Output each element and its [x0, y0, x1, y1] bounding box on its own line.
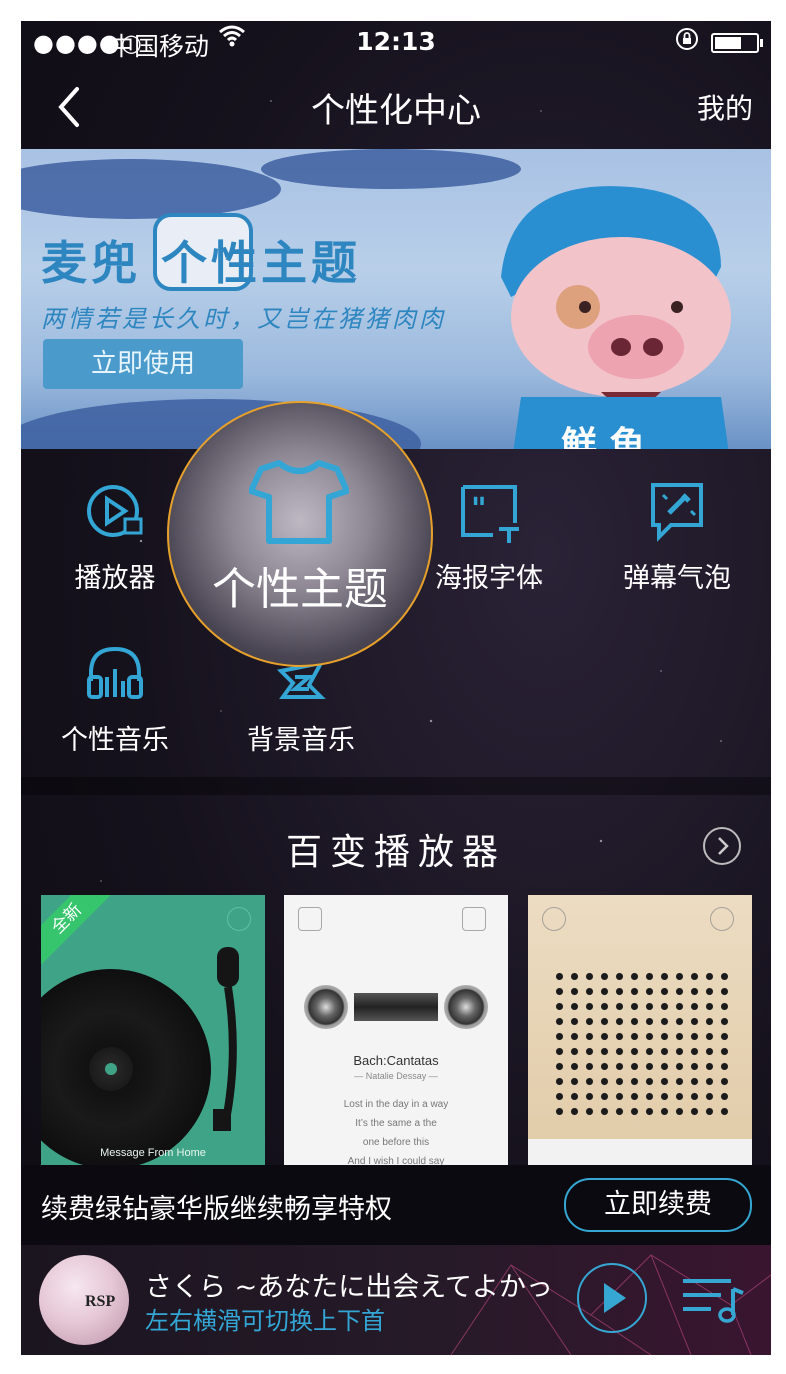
feature-bubble[interactable]: 弹幕气泡 [587, 479, 767, 595]
renew-text: 续费绿钻豪华版继续畅享特权 [41, 1194, 392, 1225]
playlist-icon[interactable] [681, 1275, 745, 1323]
section-title: 百变播放器 [285, 832, 506, 873]
mine-button[interactable]: 我的 [697, 87, 753, 127]
cloud-decoration [21, 159, 281, 219]
card-artist: — Natalie Dessay — [354, 1071, 438, 1081]
lyric-line: And I wish I could say [347, 1156, 445, 1165]
preview-icon [227, 907, 251, 931]
player-skin-card[interactable]: 全新 Message From Home [41, 895, 265, 1165]
banner-title: 麦兜 个性主题 [41, 236, 362, 290]
svg-text:": " [471, 492, 487, 527]
headphone-icon [87, 646, 143, 699]
swipe-hint: 左右横滑可切换上下首 [145, 1307, 385, 1335]
play-icon [604, 1283, 626, 1313]
lyric-line: one before this [362, 1137, 430, 1148]
clock: 12:13 [356, 27, 436, 56]
speaker-grille [552, 969, 728, 1119]
status-bar: ●●●●○ 中国移动 12:13 [21, 21, 771, 61]
renew-button[interactable]: 立即续费 [564, 1178, 752, 1232]
radio-dial [528, 1139, 752, 1165]
chevron-down-icon [298, 907, 322, 931]
feature-personal-music[interactable]: 个性音乐 [25, 641, 205, 757]
player-skin-card[interactable]: Bach:Cantatas — Natalie Dessay — Lost in… [284, 895, 508, 1165]
preview-icon [710, 907, 734, 931]
album-art[interactable]: RSP [39, 1255, 129, 1345]
play-button[interactable] [577, 1263, 647, 1333]
new-badge: 全新 [41, 895, 113, 965]
use-now-button[interactable]: 立即使用 [43, 339, 243, 389]
player-icon [87, 485, 143, 537]
vinyl-record-icon [41, 969, 211, 1165]
page-title: 个性化中心 [311, 91, 481, 131]
cassette-player-icon [304, 985, 488, 1031]
player-skin-card[interactable] [528, 895, 752, 1165]
album-art-text: RSP [85, 1293, 116, 1310]
app-screen: ●●●●○ 中国移动 12:13 个性化中心 我的 麦兜 个性主题 两情若是长久… [21, 21, 771, 1355]
battery-icon [711, 33, 763, 53]
bubble-icon [651, 483, 703, 542]
tonearm-icon [213, 947, 239, 1131]
feature-label: 个性主题 [212, 564, 388, 615]
feature-label: 弹幕气泡 [623, 563, 731, 594]
rotation-lock-icon [675, 27, 699, 57]
card-song-title: Bach:Cantatas [353, 1053, 439, 1068]
section-divider [21, 777, 771, 795]
tshirt-icon [249, 460, 349, 544]
renew-bar: 续费绿钻豪华版继续畅享特权 立即续费 [21, 1165, 771, 1245]
mini-player[interactable]: RSP さくら ~あなたに出会えてよかった~ 左右横滑可切换上下首 [21, 1245, 771, 1355]
lyric-line: Lost in the day in a way [343, 1099, 449, 1110]
theme-banner[interactable]: 麦兜 个性主题 两情若是长久时，又岂在猪猪肉肉 立即使用 鮮 魚 [21, 149, 771, 449]
chevron-right-icon [718, 837, 729, 855]
feature-theme-spotlight[interactable]: 个性主题 [167, 401, 433, 667]
more-button[interactable] [703, 827, 741, 865]
font-icon: " [461, 485, 519, 543]
banner-subtitle: 两情若是长久时，又岂在猪猪肉肉 [41, 305, 446, 333]
feature-label: 个性音乐 [61, 725, 169, 756]
now-playing-title: さくら ~あなたに出会えてよかった~ [145, 1272, 553, 1303]
chevron-down-icon [542, 907, 566, 931]
preview-icon [462, 907, 486, 931]
mcdull-pig-illustration: 鮮 魚 [501, 186, 731, 449]
lyric-line: It’s the same a the [355, 1118, 437, 1129]
svg-text:鮮 魚: 鮮 魚 [561, 425, 646, 449]
card-caption: Message From Home [100, 1147, 206, 1159]
feature-label: 背景音乐 [247, 725, 355, 756]
navigation-bar: 个性化中心 我的 [21, 65, 771, 149]
